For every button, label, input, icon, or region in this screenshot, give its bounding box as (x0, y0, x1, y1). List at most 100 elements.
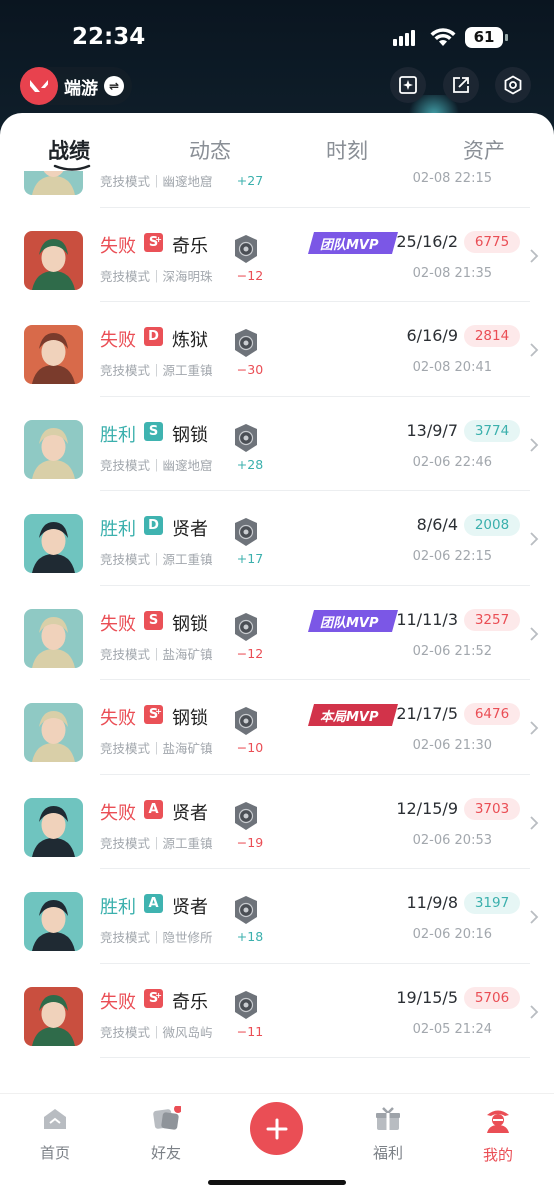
match-mode-map: 竞技模式｜微风岛屿 (100, 1024, 213, 1040)
content-card: 战绩 动态 时刻 资产 胜利 A 钢锁 竞技模式｜幽邃地窟 +27 15/14/… (0, 113, 554, 1200)
match-mode-map: 竞技模式｜盐海矿镇 (100, 741, 213, 756)
match-row[interactable]: 胜利 A 贤者 竞技模式｜隐世修所 +18 11/9/8 3197 02-06 … (0, 869, 554, 964)
chevron-right-icon (530, 343, 539, 357)
cellular-signal-icon (393, 30, 417, 46)
agent-name: 钢锁 (172, 424, 208, 446)
match-kda: 11/9/8 (406, 893, 459, 912)
nav-me-label: 我的 (482, 1146, 513, 1164)
tab-feed[interactable]: 动态 (189, 135, 231, 165)
match-result: 失败 (100, 235, 136, 257)
rank-icon (235, 234, 257, 263)
rank-delta: −10 (236, 740, 264, 755)
match-mode-map: 竞技模式｜源工重镇 (100, 552, 213, 567)
agent-avatar (24, 325, 83, 384)
agent-name: 贤者 (172, 897, 208, 918)
match-row[interactable]: 胜利 A 钢锁 竞技模式｜幽邃地窟 +27 15/14/5 4248 02-08… (0, 171, 554, 208)
agent-avatar (24, 608, 83, 668)
match-row[interactable]: 失败 D 炼狱 竞技模式｜源工重镇 −30 6/16/9 2814 02-08 … (0, 302, 554, 397)
rank-delta: −30 (236, 362, 264, 377)
rank-icon (235, 518, 257, 546)
rank-icon (235, 801, 257, 830)
match-row[interactable]: 胜利 D 贤者 竞技模式｜源工重镇 +17 8/6/4 2008 02-06 2… (0, 491, 554, 586)
settings-button[interactable] (495, 67, 531, 103)
chevron-right-icon (530, 437, 539, 452)
agent-name: 奇乐 (172, 235, 208, 257)
agent-name: 贤者 (172, 519, 208, 540)
nav-home-label: 首页 (39, 1144, 70, 1162)
match-date: 02-06 20:16 (412, 927, 492, 942)
valorant-logo-icon (20, 67, 58, 105)
ai-sparkle-button[interactable] (390, 67, 426, 103)
tab-moments[interactable]: 时刻 (326, 135, 368, 165)
nav-friends[interactable]: 好友 (126, 1105, 206, 1163)
grade-letter: D (148, 518, 159, 533)
match-score-badge: 5706 (464, 986, 520, 1009)
rank-icon (235, 423, 257, 452)
match-result: 失败 (100, 802, 136, 824)
rank-icon (235, 990, 257, 1019)
game-switcher[interactable]: 端游 ⇌ (20, 67, 132, 105)
match-score-badge: 2008 (464, 514, 520, 536)
rank-delta: +17 (236, 551, 264, 566)
match-date: 02-06 22:15 (412, 549, 492, 564)
match-kda: 19/15/5 (396, 987, 458, 1007)
agent-avatar (24, 419, 83, 479)
rank-icon (235, 896, 257, 924)
match-mode-map: 竞技模式｜隐世修所 (100, 930, 213, 945)
home-indicator (208, 1180, 346, 1185)
plus-icon (266, 1118, 287, 1139)
profile-icon (487, 1110, 509, 1133)
tab-assets[interactable]: 资产 (463, 135, 505, 165)
grade-letter: A (148, 801, 159, 817)
tab-record[interactable]: 战绩 (48, 135, 90, 165)
match-result: 失败 (100, 613, 136, 635)
chevron-right-icon (530, 248, 539, 263)
match-kda: 13/9/7 (406, 420, 459, 440)
match-kda: 8/6/4 (416, 515, 458, 534)
agent-avatar (24, 986, 83, 1046)
match-grade-badge: S (144, 610, 163, 630)
match-result: 胜利 (100, 897, 136, 918)
match-kda: 6/16/9 (406, 326, 459, 345)
match-kda: 25/16/2 (396, 231, 458, 251)
match-score-badge: 3197 (464, 892, 520, 914)
chevron-right-icon (530, 815, 539, 830)
match-score-badge: 3257 (464, 608, 520, 631)
add-button[interactable] (250, 1102, 303, 1155)
nav-friends-label: 好友 (150, 1144, 181, 1162)
nav-me[interactable]: 我的 (458, 1106, 538, 1165)
grade-plus: + (155, 707, 162, 716)
agent-name: 贤者 (172, 802, 208, 824)
agent-avatar (24, 171, 83, 195)
match-grade-badge: S + (144, 705, 163, 724)
match-row[interactable]: 失败 S + 奇乐 竞技模式｜深海明珠 −12 团队MVP 25/16/2 677… (0, 208, 554, 302)
match-score-badge: 3774 (464, 419, 520, 442)
grade-letter: A (148, 896, 159, 911)
share-button[interactable] (443, 67, 479, 103)
rank-delta: −19 (236, 834, 264, 850)
agent-name: 炼狱 (172, 330, 208, 351)
agent-avatar (24, 703, 83, 762)
nav-home[interactable]: 首页 (15, 1106, 95, 1163)
status-time: 22:34 (72, 24, 146, 50)
nav-welfare[interactable]: 福利 (348, 1106, 428, 1163)
rank-delta: +28 (236, 456, 264, 472)
match-kda: 11/11/3 (396, 609, 458, 629)
match-row[interactable]: 失败 S 钢锁 竞技模式｜盐海矿镇 −12 团队MVP 11/11/3 3257… (0, 586, 554, 680)
match-grade-badge: A (144, 799, 163, 819)
match-score-badge: 6476 (464, 703, 520, 725)
match-row[interactable]: 失败 A 贤者 竞技模式｜源工重镇 −19 12/15/9 3703 02-06… (0, 775, 554, 869)
match-mode-map: 竞技模式｜源工重镇 (100, 363, 213, 378)
match-row[interactable]: 胜利 S 钢锁 竞技模式｜幽邃地窟 +28 13/9/7 3774 02-06 … (0, 397, 554, 491)
rank-delta: +18 (236, 929, 264, 944)
app-name: 端游 (64, 78, 98, 99)
chevron-right-icon (530, 1004, 539, 1019)
agent-name: 钢锁 (172, 708, 208, 729)
match-row[interactable]: 失败 S + 奇乐 竞技模式｜微风岛屿 −11 19/15/5 5706 02-0… (0, 964, 554, 1058)
match-grade-badge: D (144, 516, 163, 535)
agent-avatar (24, 892, 83, 951)
mvp-badge: 团队MVP (306, 608, 400, 634)
status-bar: 22:34 61 (0, 22, 554, 54)
match-grade-badge: S + (144, 232, 163, 252)
match-row[interactable]: 失败 S + 钢锁 竞技模式｜盐海矿镇 −10 本局MVP 21/17/5 647… (0, 680, 554, 775)
